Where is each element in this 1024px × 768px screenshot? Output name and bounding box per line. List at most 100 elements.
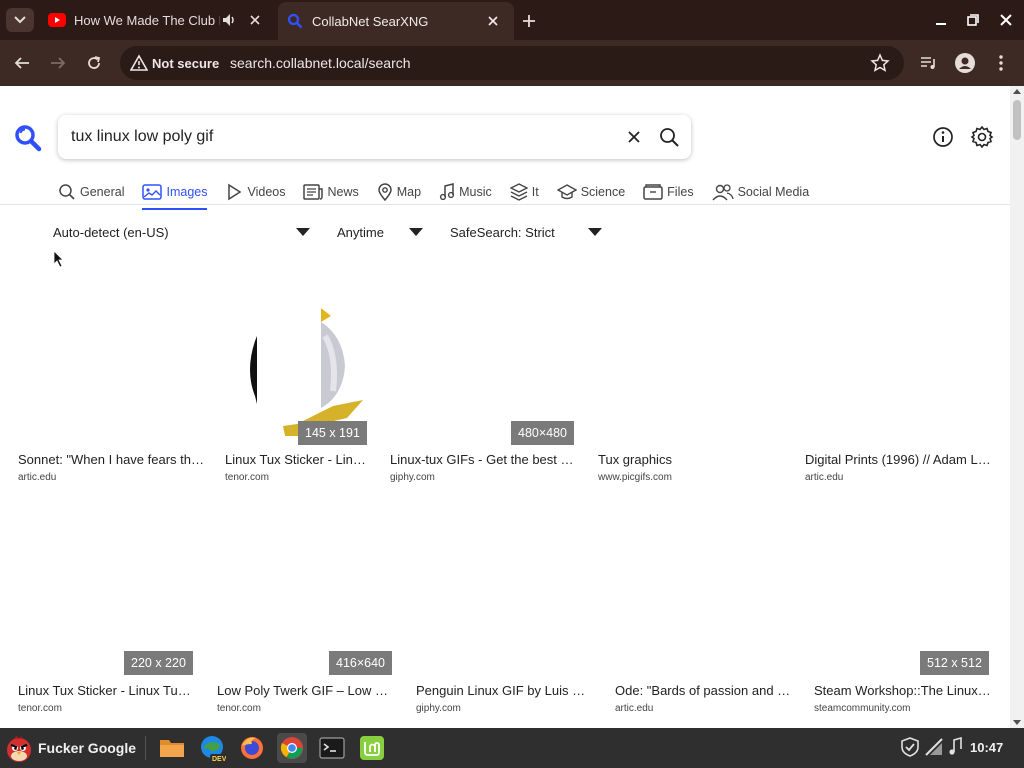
people-icon — [712, 184, 734, 201]
result-thumbnail[interactable] — [18, 526, 208, 666]
search-submit-icon[interactable] — [658, 126, 680, 148]
result-title[interactable]: Ode: "Bards of passion and of mirth" — [615, 683, 793, 698]
edge-dev-icon[interactable]: DEV — [197, 733, 227, 763]
result-source: tenor.com — [225, 472, 269, 483]
scroll-down-arrow-icon[interactable] — [1013, 720, 1021, 725]
settings-gear-icon[interactable] — [970, 125, 994, 149]
plus-icon — [523, 15, 535, 27]
clock[interactable]: 10:47 — [970, 740, 1003, 755]
searxng-logo-icon[interactable] — [14, 124, 42, 152]
search-box — [58, 115, 691, 159]
tab-news[interactable]: News — [303, 178, 359, 206]
tab-search-button[interactable] — [6, 8, 34, 32]
image-icon — [142, 184, 163, 200]
result-thumbnail[interactable] — [225, 296, 415, 445]
minimize-icon — [936, 23, 946, 25]
media-control-button[interactable] — [918, 52, 940, 74]
files-icon[interactable] — [157, 733, 187, 763]
dimension-badge: 416×640 — [329, 651, 393, 675]
tab-label: It — [531, 185, 539, 199]
result-thumbnail[interactable] — [390, 296, 580, 436]
scroll-up-arrow-icon[interactable] — [1013, 89, 1021, 94]
forward-button[interactable] — [47, 52, 69, 74]
address-bar[interactable]: Not secure search.collabnet.local/search — [120, 46, 904, 80]
result-source: giphy.com — [416, 703, 461, 714]
tab-label: Music — [459, 185, 492, 199]
time-range-select[interactable]: Anytime — [337, 222, 429, 242]
result-title[interactable]: Low Poly Twerk GIF – Low Poly Twerk — [217, 683, 391, 698]
network-icon[interactable] — [924, 737, 946, 759]
page-scrollbar[interactable] — [1010, 86, 1024, 728]
result-thumbnail[interactable] — [615, 526, 805, 666]
profile-button[interactable] — [954, 52, 976, 74]
url-text[interactable]: search.collabnet.local/search — [230, 55, 411, 71]
searxng-page: General Images Videos News Map Music It — [0, 86, 1010, 728]
mouse-cursor-icon — [53, 250, 64, 268]
language-select[interactable]: Auto-detect (en-US) — [53, 222, 315, 242]
result-thumbnail[interactable] — [598, 296, 788, 436]
result-source: tenor.com — [217, 703, 261, 714]
safesearch-select[interactable]: SafeSearch: Strict — [450, 222, 610, 242]
tab-videos[interactable]: Videos — [225, 178, 285, 206]
tab-general[interactable]: General — [58, 178, 124, 206]
result-title[interactable]: Digital Prints (1996) // Adam Lister — [805, 452, 991, 467]
result-thumbnail[interactable] — [18, 296, 208, 436]
folder-icon — [643, 184, 663, 200]
terminal-icon[interactable] — [317, 733, 347, 763]
tab-label: Videos — [247, 185, 286, 199]
tab-label: Social Media — [737, 185, 810, 199]
info-icon[interactable] — [932, 126, 954, 148]
result-title[interactable]: Linux Tux Sticker - Linux Tux Penguin — [225, 452, 367, 467]
scroll-thumb[interactable] — [1013, 100, 1021, 140]
start-menu-label: Fucker Google — [38, 740, 137, 756]
site-info-chip[interactable]: Not secure — [126, 50, 227, 76]
result-title[interactable]: Sonnet: "When I have fears that I may ce… — [18, 452, 208, 467]
start-menu-button[interactable]: Fucker Google — [4, 732, 136, 764]
tab-images[interactable]: Images — [142, 178, 208, 210]
playlist-icon — [921, 57, 935, 69]
tab-youtube[interactable]: How We Made The Club Bangers — [40, 0, 276, 40]
volume-icon[interactable] — [946, 736, 968, 759]
back-button[interactable] — [11, 52, 33, 74]
minimize-button[interactable] — [930, 10, 952, 30]
tab-title: How We Made The Club Bangers — [74, 12, 220, 28]
map-pin-icon — [377, 183, 392, 201]
result-title[interactable]: Penguin Linux GIF by Luis Ricardo — [416, 683, 588, 698]
search-input[interactable] — [71, 125, 611, 149]
result-title[interactable]: Linux-tux GIFs - Get the best GIF on GIP… — [390, 452, 576, 467]
svg-text:DEV: DEV — [212, 756, 226, 762]
tab-map[interactable]: Map — [377, 178, 421, 206]
result-thumbnail[interactable] — [805, 296, 995, 436]
maximize-button[interactable] — [962, 10, 984, 30]
result-title[interactable]: Steam Workshop::The Linux Penguin — [814, 683, 992, 698]
tab-searxng[interactable]: CollabNet SearXNG — [278, 2, 514, 40]
shield-icon[interactable] — [900, 737, 922, 759]
firefox-icon[interactable] — [237, 733, 267, 763]
close-window-button[interactable] — [995, 10, 1017, 30]
speaker-icon[interactable] — [220, 11, 238, 29]
result-thumbnail[interactable] — [217, 526, 407, 666]
tab-title: CollabNet SearXNG — [312, 13, 429, 29]
tab-music[interactable]: Music — [439, 178, 492, 206]
browser-menu-button[interactable] — [990, 52, 1012, 74]
tab-files[interactable]: Files — [643, 178, 694, 206]
result-title[interactable]: Linux Tux Sticker - Linux Tux Dance — [18, 683, 194, 698]
result-thumbnail[interactable] — [814, 526, 1004, 666]
tab-it[interactable]: It — [509, 178, 539, 206]
reload-button[interactable] — [83, 52, 105, 74]
result-thumbnail[interactable] — [416, 526, 606, 666]
tab-science[interactable]: Science — [556, 178, 625, 206]
bookmark-star-icon[interactable] — [870, 53, 890, 73]
clear-search-icon[interactable] — [624, 127, 644, 147]
chevron-down-icon — [14, 16, 26, 24]
mint-update-icon[interactable] — [357, 733, 387, 763]
tab-social-media[interactable]: Social Media — [712, 178, 810, 206]
school-icon — [556, 184, 577, 200]
result-title[interactable]: Tux graphics — [598, 452, 788, 467]
close-tab-icon[interactable] — [484, 12, 502, 30]
new-tab-button[interactable] — [518, 10, 540, 32]
dimension-badge: 145 x 191 — [298, 421, 367, 445]
close-tab-icon[interactable] — [246, 11, 264, 29]
chrome-icon[interactable] — [277, 733, 307, 763]
taskbar-separator — [145, 736, 146, 760]
